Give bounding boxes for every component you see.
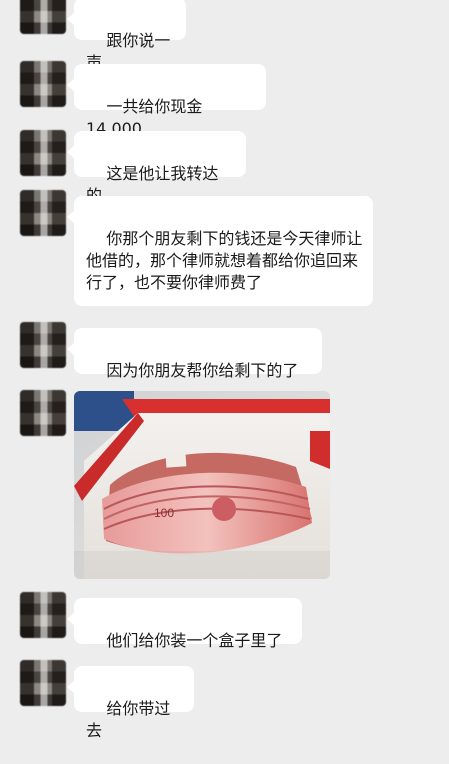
avatar[interactable] [20, 592, 66, 638]
message-text: 你那个朋友剩下的钱还是今天律师让他借的，那个律师就想着都给你追回来行了，也不要你… [86, 229, 363, 292]
message-bubble[interactable]: 他们给你装一个盒子里了 [67, 598, 302, 650]
avatar[interactable] [20, 130, 66, 176]
message-bubble[interactable]: 你那个朋友剩下的钱还是今天律师让他借的，那个律师就想着都给你追回来行了，也不要你… [67, 196, 373, 306]
message-bubble[interactable]: 一共给你现金14,000 [67, 64, 266, 138]
avatar[interactable] [20, 0, 66, 34]
avatar[interactable] [20, 390, 66, 436]
avatar[interactable] [20, 660, 66, 706]
message-bubble[interactable]: 跟你说一声 [67, 0, 186, 72]
message-bubble[interactable]: 给你带过去 [67, 666, 194, 740]
message-text: 给你带过去 [86, 699, 171, 740]
cash-box-photo: 100 [74, 391, 330, 579]
message-text: 因为你朋友帮你给剩下的了 [106, 361, 299, 380]
message-bubble[interactable]: 这是他让我转达的 [67, 131, 246, 205]
photo-message[interactable]: 100 [74, 391, 330, 579]
banknote-denomination: 100 [154, 506, 174, 520]
avatar[interactable] [20, 61, 66, 107]
avatar[interactable] [20, 190, 66, 236]
message-bubble[interactable]: 因为你朋友帮你给剩下的了 [67, 328, 322, 380]
message-text: 他们给你装一个盒子里了 [106, 631, 283, 650]
avatar[interactable] [20, 322, 66, 368]
